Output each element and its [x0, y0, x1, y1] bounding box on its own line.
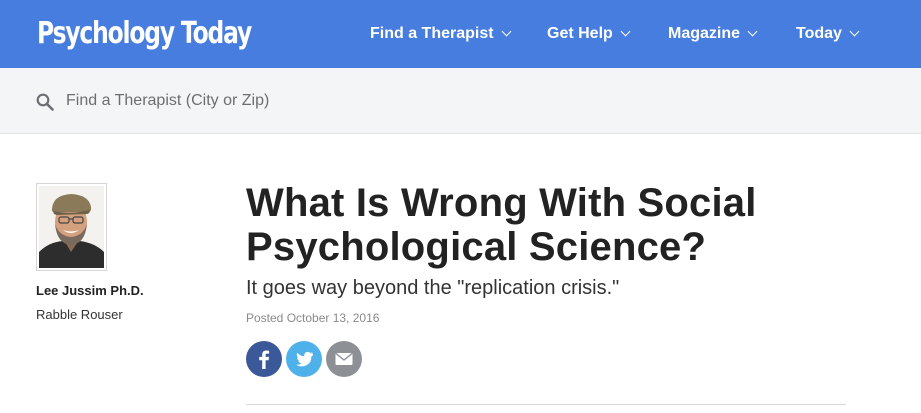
page-title: What Is Wrong With Social Psychological … — [246, 181, 757, 269]
nav-item-label: Find a Therapist — [370, 25, 494, 42]
nav-item-get-help[interactable]: Get Help — [547, 22, 631, 46]
nav-item-magazine[interactable]: Magazine — [668, 22, 758, 46]
chevron-down-icon — [501, 26, 512, 37]
nav-item-find-a-therapist[interactable]: Find a Therapist — [370, 22, 512, 46]
email-icon — [335, 352, 353, 365]
facebook-icon — [259, 350, 270, 369]
posted-date: Posted October 13, 2016 — [246, 311, 380, 325]
nav-item-label: Get Help — [547, 25, 613, 42]
therapist-search-bar — [0, 68, 921, 134]
share-facebook-button[interactable] — [246, 341, 282, 377]
author-name[interactable]: Lee Jussim Ph.D. — [36, 283, 144, 298]
nav-item-label: Magazine — [668, 25, 741, 42]
search-input[interactable] — [60, 88, 480, 114]
nav-item-today[interactable]: Today — [796, 22, 860, 46]
top-navigation-bar: Psychology Today Find a Therapist Get He… — [0, 0, 921, 68]
twitter-icon — [296, 351, 313, 367]
share-email-button[interactable] — [326, 341, 362, 377]
author-blog-name[interactable]: Rabble Rouser — [36, 307, 123, 322]
chevron-down-icon — [747, 26, 758, 37]
chevron-down-icon — [620, 26, 631, 37]
nav-item-label: Today — [796, 25, 842, 42]
share-twitter-button[interactable] — [286, 341, 322, 377]
site-logo[interactable]: Psychology Today — [37, 14, 252, 54]
chevron-down-icon — [849, 26, 860, 37]
avatar — [39, 186, 104, 268]
author-photo[interactable] — [36, 183, 107, 271]
search-icon[interactable] — [36, 93, 54, 111]
content-divider — [246, 404, 846, 405]
article-subtitle: It goes way beyond the "replication cris… — [246, 277, 620, 299]
